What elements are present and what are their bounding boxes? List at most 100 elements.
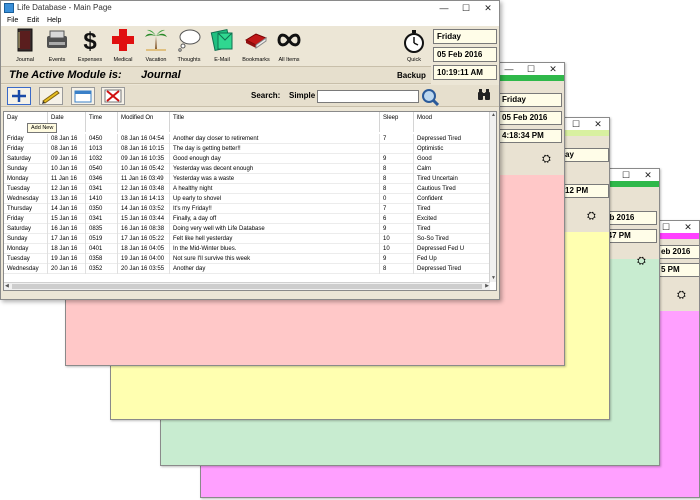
red-cross-icon bbox=[111, 28, 135, 52]
minimize-button[interactable]: — bbox=[498, 63, 520, 75]
cell-day: Monday bbox=[4, 244, 48, 254]
backup-button[interactable]: Backup bbox=[397, 70, 426, 81]
maximize-button[interactable]: ☐ bbox=[615, 169, 637, 181]
table-row[interactable]: Monday 11 Jan 16 0346 11 Jan 16 03:49 Yester… bbox=[4, 174, 490, 184]
binoculars-icon[interactable] bbox=[477, 89, 491, 104]
cell-day: Monday bbox=[4, 174, 48, 184]
close-button[interactable]: ✕ bbox=[677, 221, 699, 233]
cell-day: Tuesday bbox=[4, 254, 48, 264]
cell-title: Not sure I'll survive this week bbox=[170, 254, 380, 264]
add-new-tooltip: Add New bbox=[27, 123, 58, 133]
maximize-button[interactable]: ☐ bbox=[455, 1, 477, 15]
close-button[interactable]: ✕ bbox=[637, 169, 659, 181]
edit-button[interactable] bbox=[39, 87, 63, 105]
binoculars-icon[interactable]: ⛭ bbox=[542, 153, 551, 165]
cell-time: 1410 bbox=[86, 194, 118, 204]
table-row[interactable]: Tuesday 12 Jan 16 0341 12 Jan 16 03:48 A hea… bbox=[4, 184, 490, 194]
quick-button[interactable]: Quick bbox=[397, 28, 431, 66]
table-row[interactable]: Sunday 17 Jan 16 0519 17 Jan 16 05:22 Felt l… bbox=[4, 234, 490, 244]
active-module-bar: The Active Module is: Journal Backup bbox=[1, 66, 431, 84]
date-field: eb 2016 bbox=[657, 245, 699, 259]
module-label: Vacation bbox=[145, 57, 167, 63]
cell-mood: So-So Tired bbox=[414, 234, 490, 244]
table-row[interactable]: Wednesday 13 Jan 16 1410 13 Jan 16 14:13 Up … bbox=[4, 194, 490, 204]
bookmarks-icon bbox=[244, 28, 268, 52]
module-label: Thoughts bbox=[177, 57, 201, 63]
col-header-sleep[interactable]: Sleep bbox=[380, 112, 414, 132]
cell-sleep: 10 bbox=[380, 234, 414, 244]
vertical-scrollbar[interactable]: ▲ ▼ bbox=[489, 112, 496, 282]
day-field: Friday bbox=[498, 93, 562, 107]
search-button[interactable] bbox=[421, 88, 440, 107]
module-label: E-Mail bbox=[214, 57, 230, 63]
menu-bar: File Edit Help bbox=[1, 15, 499, 26]
cell-day: Friday bbox=[4, 214, 48, 224]
module-thoughts-button[interactable]: Thoughts bbox=[171, 28, 207, 66]
cell-day: Sunday bbox=[4, 164, 48, 174]
close-button[interactable]: ✕ bbox=[587, 118, 609, 130]
cell-mood: Depressed Tired bbox=[414, 264, 490, 274]
table-row[interactable]: Friday 15 Jan 16 0341 15 Jan 16 03:44 Finall… bbox=[4, 214, 490, 224]
col-header-mood[interactable]: Mood bbox=[414, 112, 490, 132]
module-label: Bookmarks bbox=[242, 57, 270, 63]
table-row[interactable]: Saturday 16 Jan 16 0835 16 Jan 16 08:38 Doin… bbox=[4, 224, 490, 234]
table-row[interactable]: Friday 08 Jan 16 1013 08 Jan 16 10:15 The da… bbox=[4, 144, 490, 154]
maximize-button[interactable]: ☐ bbox=[520, 63, 542, 75]
minimize-button[interactable]: — bbox=[433, 1, 455, 15]
col-header-modified-on[interactable]: Modified On bbox=[118, 112, 170, 132]
table-row[interactable]: Sunday 10 Jan 16 0540 10 Jan 16 05:42 Yester… bbox=[4, 164, 490, 174]
search-mode[interactable]: Simple bbox=[289, 91, 315, 100]
cell-time: 0450 bbox=[86, 134, 118, 144]
maximize-button[interactable]: ☐ bbox=[565, 118, 587, 130]
module-bookmarks-button[interactable]: Bookmarks bbox=[238, 28, 274, 66]
close-button[interactable]: ✕ bbox=[542, 63, 564, 75]
cell-day: Sunday bbox=[4, 234, 48, 244]
cell-sleep: 8 bbox=[380, 174, 414, 184]
col-header-title[interactable]: Title bbox=[170, 112, 380, 132]
table-row[interactable]: Monday 18 Jan 16 0401 18 Jan 16 04:05 In the… bbox=[4, 244, 490, 254]
table-row[interactable]: Thursday 14 Jan 16 0350 14 Jan 16 03:52 It's… bbox=[4, 204, 490, 214]
binoculars-icon[interactable]: ⛭ bbox=[637, 255, 646, 267]
table-row[interactable]: Saturday 09 Jan 16 1032 09 Jan 16 10:35 Good… bbox=[4, 154, 490, 164]
add-new-button[interactable] bbox=[7, 87, 31, 105]
view-button[interactable] bbox=[71, 87, 95, 105]
title-bar: Life Database - Main Page — ☐ ✕ bbox=[1, 1, 499, 15]
time-field: 5 PM bbox=[657, 263, 699, 277]
module-events-button[interactable]: Events bbox=[39, 28, 75, 66]
table-row[interactable]: Tuesday 19 Jan 16 0358 19 Jan 16 04:00 Not s… bbox=[4, 254, 490, 264]
binoculars-icon[interactable]: ⛭ bbox=[677, 289, 686, 301]
table-row[interactable]: Friday 08 Jan 16 0450 08 Jan 16 04:54 Anothe… bbox=[4, 134, 490, 144]
module-all-items-button[interactable]: All Items bbox=[271, 28, 307, 66]
cell-mood: Excited bbox=[414, 214, 490, 224]
cell-title: It's my Friday!! bbox=[170, 204, 380, 214]
cell-title: Another day closer to retirement bbox=[170, 134, 380, 144]
module-label: Expenses bbox=[77, 57, 103, 63]
cell-sleep: 7 bbox=[380, 134, 414, 144]
search-label: Search: bbox=[251, 91, 281, 100]
menu-help[interactable]: Help bbox=[47, 15, 61, 26]
module-vacation-button[interactable]: Vacation bbox=[138, 28, 174, 66]
module-expenses-button[interactable]: $ Expenses bbox=[72, 28, 108, 66]
module-email-button[interactable]: E-Mail bbox=[204, 28, 240, 66]
action-bar: Search: Simple bbox=[1, 85, 499, 107]
grid-header: Day Date Time Modified On Title Sleep Mo… bbox=[4, 112, 490, 132]
plus-icon bbox=[12, 90, 26, 102]
cell-time: 0540 bbox=[86, 164, 118, 174]
app-icon bbox=[4, 3, 14, 13]
module-medical-button[interactable]: Medical bbox=[105, 28, 141, 66]
binoculars-icon[interactable]: ⛭ bbox=[587, 210, 596, 222]
scroll-thumb[interactable] bbox=[12, 284, 482, 289]
day-field: Friday bbox=[433, 29, 497, 44]
menu-file[interactable]: File bbox=[7, 15, 18, 26]
horizontal-scrollbar[interactable]: ◀ ▶ bbox=[4, 282, 490, 290]
col-header-time[interactable]: Time bbox=[86, 112, 118, 132]
dollar-icon: $ bbox=[78, 28, 102, 55]
delete-button[interactable] bbox=[101, 87, 125, 105]
module-journal-button[interactable]: Journal bbox=[7, 28, 43, 66]
cell-time: 0341 bbox=[86, 184, 118, 194]
table-row[interactable]: Wednesday 20 Jan 16 0352 20 Jan 16 03:55 Ano… bbox=[4, 264, 490, 274]
search-input[interactable] bbox=[317, 90, 419, 103]
cell-sleep: 0 bbox=[380, 194, 414, 204]
close-button[interactable]: ✕ bbox=[477, 1, 499, 15]
menu-edit[interactable]: Edit bbox=[27, 15, 39, 26]
